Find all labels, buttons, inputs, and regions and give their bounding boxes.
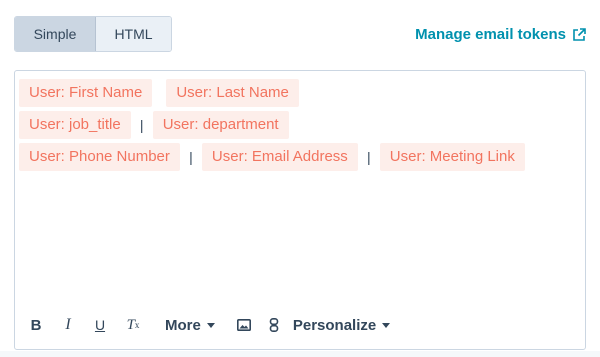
manage-email-tokens-label: Manage email tokens bbox=[415, 26, 566, 43]
token-row: User: job_title | User: department bbox=[19, 111, 581, 139]
token-phone-number[interactable]: User: Phone Number bbox=[19, 143, 180, 171]
clear-formatting-button[interactable]: Tx bbox=[125, 317, 141, 334]
clear-formatting-glyph: T bbox=[126, 316, 135, 333]
separator-text: | bbox=[366, 149, 371, 165]
token-last-name[interactable]: User: Last Name bbox=[166, 79, 299, 107]
email-body-editor[interactable]: User: First Name User: Last Name User: j… bbox=[14, 70, 586, 350]
simple-mode-button[interactable]: Simple bbox=[15, 17, 96, 51]
html-mode-button[interactable]: HTML bbox=[96, 17, 171, 51]
caret-down-icon bbox=[206, 322, 215, 328]
more-label: More bbox=[165, 316, 201, 334]
bold-button[interactable]: B bbox=[29, 317, 43, 334]
page-bottom-strip bbox=[0, 351, 600, 357]
token-area: User: First Name User: Last Name User: j… bbox=[19, 79, 581, 175]
personalize-label: Personalize bbox=[292, 316, 377, 334]
italic-button[interactable]: I bbox=[61, 316, 75, 334]
separator-text: | bbox=[139, 117, 144, 133]
token-job-title[interactable]: User: job_title bbox=[19, 111, 131, 139]
more-dropdown[interactable]: More bbox=[165, 317, 215, 334]
manage-email-tokens-link[interactable]: Manage email tokens bbox=[415, 26, 586, 43]
token-email-address[interactable]: User: Email Address bbox=[201, 143, 358, 171]
personalize-dropdown[interactable]: Personalize bbox=[292, 316, 391, 334]
mode-toggle: Simple HTML bbox=[14, 16, 172, 52]
clear-formatting-sub: x bbox=[134, 320, 140, 330]
underline-button[interactable]: U bbox=[93, 317, 107, 333]
formatting-toolbar: B I U Tx More Personalize bbox=[29, 313, 391, 337]
token-department[interactable]: User: department bbox=[152, 111, 289, 139]
separator-text: | bbox=[189, 149, 193, 165]
insert-image-icon[interactable] bbox=[236, 319, 251, 331]
token-row: User: First Name User: Last Name bbox=[19, 79, 581, 107]
editor-header: Simple HTML Manage email tokens bbox=[14, 16, 586, 52]
token-meeting-link[interactable]: User: Meeting Link bbox=[379, 143, 525, 171]
token-first-name[interactable]: User: First Name bbox=[19, 79, 153, 107]
external-link-icon bbox=[573, 27, 586, 41]
token-row: User: Phone Number | User: Email Address… bbox=[19, 143, 581, 171]
insert-link-icon[interactable] bbox=[269, 318, 279, 332]
caret-down-icon bbox=[382, 322, 391, 328]
